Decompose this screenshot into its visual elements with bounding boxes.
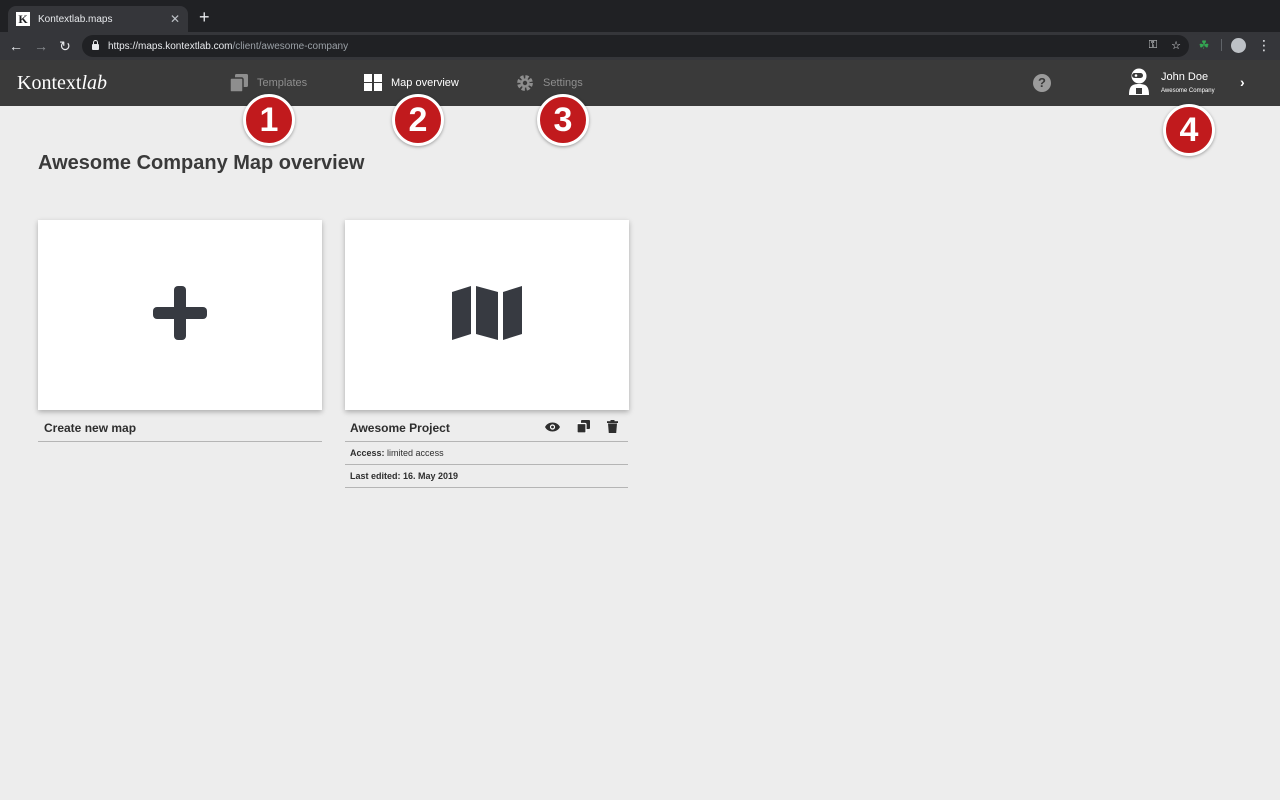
chevron-right-icon[interactable]: › <box>1240 74 1245 90</box>
annotation-badge-3: 3 <box>537 94 589 146</box>
browser-tab[interactable]: K Kontextlab.maps ✕ <box>8 6 188 32</box>
divider <box>345 441 628 442</box>
toolbar-divider <box>1221 39 1222 51</box>
eye-icon[interactable] <box>545 422 560 432</box>
nav-settings[interactable]: Settings <box>516 74 583 92</box>
project-access: Access: limited access <box>350 448 444 458</box>
annotation-badge-4: 4 <box>1163 104 1215 156</box>
nav-templates-label: Templates <box>257 77 308 89</box>
trash-icon[interactable] <box>607 420 618 433</box>
address-bar[interactable]: https://maps.kontextlab.com /client/awes… <box>82 35 1189 57</box>
browser-menu-icon[interactable]: ⋮ <box>1257 37 1271 53</box>
app-header <box>0 60 1280 106</box>
project-last-edited: Last edited: 16. May 2019 <box>350 471 459 481</box>
logo-italic-text: lab <box>81 72 107 94</box>
browser-tabstrip: K Kontextlab.maps ✕ + <box>0 0 1280 32</box>
nav-map-overview-label: Map overview <box>391 76 459 89</box>
url-path: /client/awesome-company <box>232 40 349 52</box>
access-label: Access: <box>350 448 385 458</box>
logo-text: Kontext <box>17 72 82 94</box>
back-icon[interactable]: ← <box>8 38 24 54</box>
star-icon[interactable]: ☆ <box>1171 39 1181 52</box>
plus-icon <box>153 285 207 345</box>
grid-icon <box>364 74 382 91</box>
extension-icon[interactable]: ☘ <box>1197 38 1211 52</box>
forward-icon[interactable]: → <box>33 38 49 54</box>
project-card[interactable] <box>345 220 629 410</box>
annotation-badge-1: 1 <box>243 94 295 146</box>
nav-templates[interactable]: Templates <box>230 74 307 92</box>
project-actions <box>545 420 618 433</box>
nav-map-overview[interactable]: Map overview <box>364 74 459 91</box>
page-title: Awesome Company Map overview <box>38 152 365 174</box>
kontextlab-logo[interactable]: Kontextlab <box>17 72 107 94</box>
map-icon <box>452 285 522 345</box>
nav-settings-label: Settings <box>543 77 583 89</box>
lock-icon <box>92 40 99 50</box>
gear-icon <box>516 74 534 92</box>
user-avatar-icon[interactable] <box>1127 68 1151 101</box>
create-map-card[interactable] <box>38 220 322 410</box>
tab-title: Kontextlab.maps <box>38 13 113 25</box>
user-company: Awesome Company <box>1161 88 1215 94</box>
user-name[interactable]: John Doe <box>1161 71 1208 83</box>
new-tab-icon[interactable]: + <box>199 8 210 26</box>
annotation-badge-2: 2 <box>392 94 444 146</box>
profile-avatar-icon[interactable] <box>1231 38 1246 53</box>
project-name[interactable]: Awesome Project <box>350 421 450 435</box>
browser-toolbar: ← → ↻ https://maps.kontextlab.com /clien… <box>0 32 1280 60</box>
help-icon[interactable]: ? <box>1033 74 1051 92</box>
duplicate-icon[interactable] <box>577 420 590 433</box>
templates-icon <box>230 74 248 92</box>
key-icon[interactable]: ⚿ <box>1149 39 1157 52</box>
close-tab-icon[interactable]: ✕ <box>170 12 180 26</box>
reload-icon[interactable]: ↻ <box>57 38 73 54</box>
create-map-label[interactable]: Create new map <box>44 421 136 435</box>
url-host: https://maps.kontextlab.com <box>108 40 233 52</box>
kontextlab-favicon-icon: K <box>16 12 30 26</box>
divider <box>345 464 628 465</box>
access-value: limited access <box>387 448 444 458</box>
divider <box>38 441 322 442</box>
divider <box>345 487 628 488</box>
